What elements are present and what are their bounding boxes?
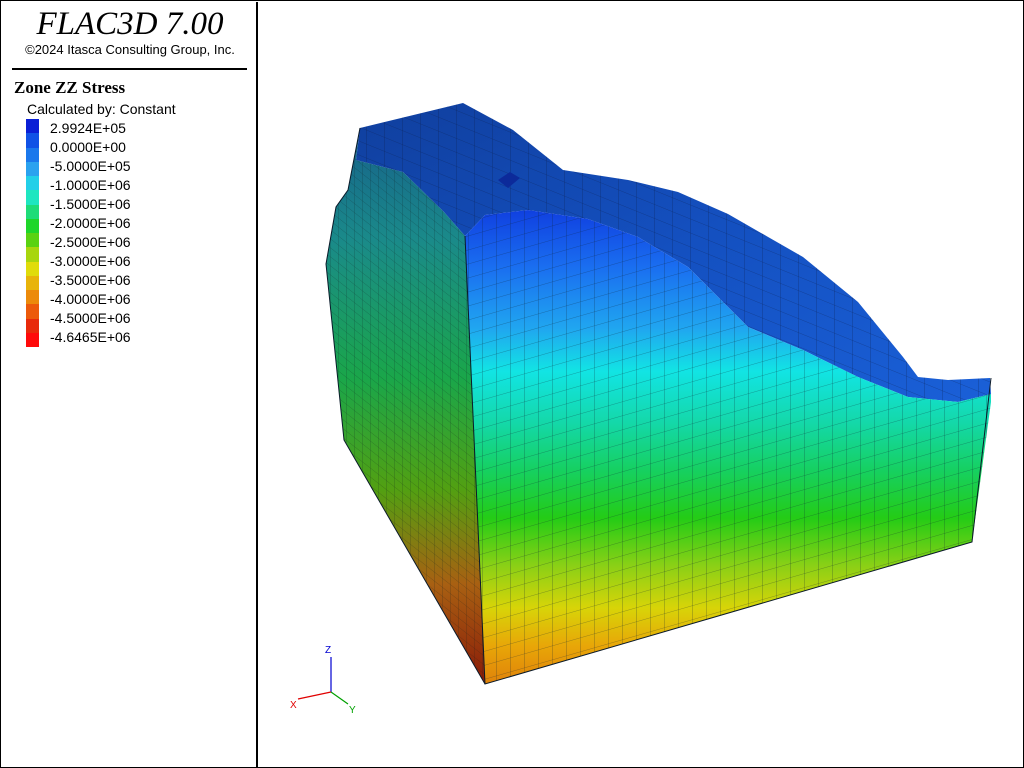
legend-swatch <box>26 204 39 219</box>
z-axis-label: Z <box>325 645 331 656</box>
plot-window: FLAC3D 7.00 ©2024 Itasca Consulting Grou… <box>0 0 1024 768</box>
copyright-text: ©2024 Itasca Consulting Group, Inc. <box>25 42 235 57</box>
legend-label: -3.0000E+06 <box>50 253 131 269</box>
legend-labels: 2.9924E+05 0.0000E+00 -5.0000E+05 -1.0000E+… <box>50 119 131 347</box>
legend-swatch <box>26 261 39 276</box>
y-axis-line <box>330 691 349 705</box>
legend-swatch <box>26 147 39 162</box>
legend-swatch <box>26 218 39 233</box>
legend-label: -4.5000E+06 <box>50 310 131 326</box>
stress-contour-model[interactable]: Z X Y <box>258 2 1023 767</box>
legend-swatch <box>26 190 39 205</box>
legend-label: -4.6465E+06 <box>50 329 131 345</box>
legend-panel: FLAC3D 7.00 ©2024 Itasca Consulting Grou… <box>2 2 258 767</box>
app-title: FLAC3D 7.00 <box>36 6 224 42</box>
axis-triad: Z X Y <box>290 645 356 716</box>
legend-label: -3.5000E+06 <box>50 272 131 288</box>
legend-label: 2.9924E+05 <box>50 120 126 136</box>
x-axis-label: X <box>290 700 297 711</box>
legend-swatch <box>26 176 39 191</box>
legend-swatch <box>26 332 39 347</box>
legend-subtitle: Calculated by: Constant <box>27 101 176 117</box>
legend-label: -4.0000E+06 <box>50 291 131 307</box>
legend-label: -2.5000E+06 <box>50 234 131 250</box>
legend-colorbar <box>26 119 39 347</box>
legend-label: -2.0000E+06 <box>50 215 131 231</box>
legend-swatch <box>26 290 39 305</box>
legend-swatch <box>26 119 39 134</box>
legend-swatch <box>26 275 39 290</box>
legend-title: Zone ZZ Stress <box>14 78 126 97</box>
legend-label: -1.0000E+06 <box>50 177 131 193</box>
model-viewport[interactable]: Z X Y <box>258 2 1023 767</box>
legend-label: -1.5000E+06 <box>50 196 131 212</box>
title-divider <box>12 68 247 70</box>
x-axis-line <box>297 691 332 700</box>
y-axis-label: Y <box>349 705 356 716</box>
legend-swatch <box>26 304 39 319</box>
legend-label: -5.0000E+05 <box>50 158 131 174</box>
legend-swatch <box>26 247 39 262</box>
legend-label: 0.0000E+00 <box>50 139 126 155</box>
legend-swatch <box>26 318 39 333</box>
legend-swatch <box>26 133 39 148</box>
legend-swatch <box>26 233 39 248</box>
legend-swatch <box>26 161 39 176</box>
